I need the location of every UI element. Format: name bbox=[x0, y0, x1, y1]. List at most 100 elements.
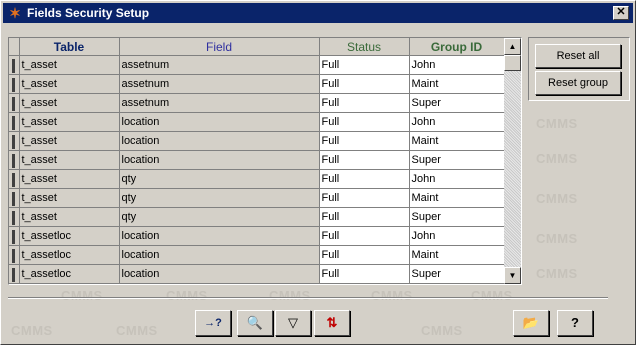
cell-field[interactable]: assetnum bbox=[119, 55, 320, 75]
cell-status[interactable]: Full bbox=[319, 245, 410, 265]
row-selector[interactable] bbox=[9, 245, 20, 265]
cell-table[interactable]: t_assetloc bbox=[19, 226, 120, 246]
table-row[interactable]: t_asset assetnum Full John bbox=[9, 55, 505, 75]
cell-group-id[interactable]: Maint bbox=[409, 74, 505, 94]
cell-table[interactable]: t_asset bbox=[19, 188, 120, 208]
cell-table[interactable]: t_asset bbox=[19, 150, 120, 170]
cell-group-id[interactable]: Maint bbox=[409, 131, 505, 151]
cell-field[interactable]: location bbox=[119, 150, 320, 170]
find-icon[interactable]: 🔍 bbox=[237, 310, 273, 336]
cell-table[interactable]: t_asset bbox=[19, 93, 120, 113]
scroll-up-icon[interactable]: ▲ bbox=[504, 38, 521, 55]
table-row[interactable]: t_assetloc location Full Super bbox=[9, 264, 505, 284]
column-header-status[interactable]: Status bbox=[319, 38, 410, 56]
cell-table[interactable]: t_asset bbox=[19, 55, 120, 75]
cell-group-id[interactable]: John bbox=[409, 169, 505, 189]
column-header-field[interactable]: Field bbox=[119, 38, 320, 56]
help-icon[interactable]: ? bbox=[557, 310, 593, 336]
table-row[interactable]: t_asset location Full Super bbox=[9, 150, 505, 170]
row-selector[interactable] bbox=[9, 207, 20, 227]
row-selector[interactable] bbox=[9, 150, 20, 170]
fields-grid[interactable]: Table Field Status Group ID t_asset asset… bbox=[8, 37, 522, 285]
row-selector[interactable] bbox=[9, 74, 20, 94]
row-selector[interactable] bbox=[9, 226, 20, 246]
cell-status[interactable]: Full bbox=[319, 55, 410, 75]
cell-field[interactable]: assetnum bbox=[119, 93, 320, 113]
column-header-group-id[interactable]: Group ID bbox=[409, 38, 505, 56]
cell-group-id[interactable]: Super bbox=[409, 264, 505, 284]
table-row[interactable]: t_asset location Full John bbox=[9, 112, 505, 132]
cell-status[interactable]: Full bbox=[319, 93, 410, 113]
watermark: CMMS bbox=[536, 231, 578, 246]
table-row[interactable]: t_asset qty Full Maint bbox=[9, 188, 505, 208]
help-arrow-icon[interactable]: →? bbox=[195, 310, 231, 336]
table-row[interactable]: t_asset qty Full Super bbox=[9, 207, 505, 227]
row-selector[interactable] bbox=[9, 264, 20, 284]
cell-group-id[interactable]: Super bbox=[409, 150, 505, 170]
cell-status[interactable]: Full bbox=[319, 188, 410, 208]
vertical-scrollbar[interactable]: ▲ ▼ bbox=[504, 38, 521, 284]
cell-group-id[interactable]: Maint bbox=[409, 188, 505, 208]
open-folder-icon[interactable]: 📂 bbox=[513, 310, 549, 336]
cell-group-id[interactable]: Maint bbox=[409, 245, 505, 265]
cell-status[interactable]: Full bbox=[319, 169, 410, 189]
column-header-table[interactable]: Table bbox=[19, 38, 120, 56]
cell-table[interactable]: t_asset bbox=[19, 74, 120, 94]
scroll-down-icon[interactable]: ▼ bbox=[504, 267, 521, 284]
row-selector[interactable] bbox=[9, 131, 20, 151]
cell-group-id[interactable]: Super bbox=[409, 93, 505, 113]
cell-field[interactable]: location bbox=[119, 226, 320, 246]
watermark: CMMS bbox=[166, 288, 208, 303]
separator bbox=[8, 297, 608, 299]
cell-group-id[interactable]: John bbox=[409, 55, 505, 75]
cell-field[interactable]: qty bbox=[119, 207, 320, 227]
row-selector[interactable] bbox=[9, 112, 20, 132]
table-row[interactable]: t_asset assetnum Full Maint bbox=[9, 74, 505, 94]
row-selector-header bbox=[9, 38, 20, 56]
fields-security-setup-window: ✶ Fields Security Setup ✕ CMMS CMMS CMMS… bbox=[0, 0, 636, 345]
cell-group-id[interactable]: Super bbox=[409, 207, 505, 227]
table-row[interactable]: t_asset qty Full John bbox=[9, 169, 505, 189]
reset-all-button[interactable]: Reset all bbox=[535, 44, 621, 68]
cell-table[interactable]: t_asset bbox=[19, 169, 120, 189]
cell-status[interactable]: Full bbox=[319, 131, 410, 151]
close-icon[interactable]: ✕ bbox=[613, 6, 629, 20]
filter-icon[interactable]: ▽ bbox=[275, 310, 311, 336]
table-row[interactable]: t_assetloc location Full John bbox=[9, 226, 505, 246]
cell-field[interactable]: location bbox=[119, 245, 320, 265]
cell-table[interactable]: t_asset bbox=[19, 207, 120, 227]
watermark: CMMS bbox=[536, 151, 578, 166]
cell-table[interactable]: t_assetloc bbox=[19, 264, 120, 284]
cell-field[interactable]: location bbox=[119, 112, 320, 132]
reset-buttons-group: Reset all Reset group bbox=[528, 37, 630, 101]
watermark: CMMS bbox=[11, 323, 53, 338]
row-selector[interactable] bbox=[9, 188, 20, 208]
cell-status[interactable]: Full bbox=[319, 264, 410, 284]
cell-field[interactable]: qty bbox=[119, 169, 320, 189]
cell-field[interactable]: location bbox=[119, 131, 320, 151]
row-selector[interactable] bbox=[9, 169, 20, 189]
row-selector[interactable] bbox=[9, 55, 20, 75]
cell-field[interactable]: qty bbox=[119, 188, 320, 208]
cell-status[interactable]: Full bbox=[319, 150, 410, 170]
cell-group-id[interactable]: John bbox=[409, 226, 505, 246]
table-row[interactable]: t_asset location Full Maint bbox=[9, 131, 505, 151]
scroll-thumb[interactable] bbox=[504, 55, 521, 71]
cell-table[interactable]: t_asset bbox=[19, 131, 120, 151]
cell-table[interactable]: t_assetloc bbox=[19, 245, 120, 265]
cell-status[interactable]: Full bbox=[319, 112, 410, 132]
row-selector[interactable] bbox=[9, 93, 20, 113]
cell-status[interactable]: Full bbox=[319, 74, 410, 94]
reset-group-button[interactable]: Reset group bbox=[535, 71, 621, 95]
watermark: CMMS bbox=[421, 323, 463, 338]
watermark: CMMS bbox=[269, 288, 311, 303]
cell-status[interactable]: Full bbox=[319, 226, 410, 246]
cell-field[interactable]: assetnum bbox=[119, 74, 320, 94]
cell-table[interactable]: t_asset bbox=[19, 112, 120, 132]
sort-icon[interactable]: ⇅ bbox=[314, 310, 350, 336]
table-row[interactable]: t_assetloc location Full Maint bbox=[9, 245, 505, 265]
cell-status[interactable]: Full bbox=[319, 207, 410, 227]
cell-group-id[interactable]: John bbox=[409, 112, 505, 132]
cell-field[interactable]: location bbox=[119, 264, 320, 284]
table-row[interactable]: t_asset assetnum Full Super bbox=[9, 93, 505, 113]
